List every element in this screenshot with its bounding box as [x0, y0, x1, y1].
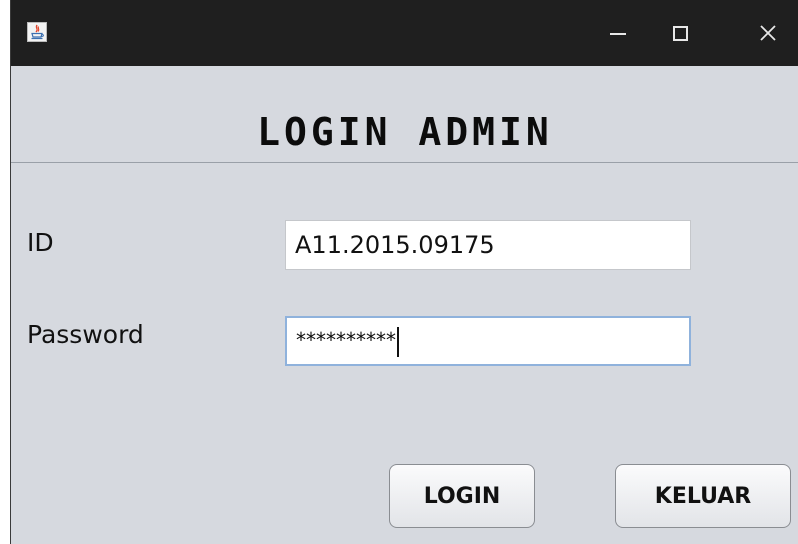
maximize-icon	[672, 25, 688, 41]
java-icon	[27, 22, 47, 42]
page-title: LOGIN ADMIN	[257, 110, 553, 154]
password-field-value: **********	[296, 328, 396, 352]
login-button[interactable]: LOGIN	[389, 464, 535, 528]
id-field-value: A11.2015.09175	[295, 231, 495, 259]
minimize-icon	[610, 33, 626, 35]
keluar-button[interactable]: KELUAR	[615, 464, 791, 528]
text-caret	[397, 326, 399, 357]
password-field[interactable]: **********	[285, 316, 691, 366]
close-button[interactable]	[741, 0, 795, 66]
maximize-button[interactable]	[653, 0, 707, 66]
id-label: ID	[27, 228, 54, 257]
separator	[11, 162, 798, 163]
minimize-button[interactable]	[591, 0, 645, 66]
id-field[interactable]: A11.2015.09175	[285, 220, 691, 270]
login-window: LOGIN ADMIN ID A11.2015.09175 Password *…	[10, 0, 798, 544]
close-icon	[760, 25, 776, 41]
title-bar[interactable]	[11, 0, 798, 66]
password-label: Password	[27, 320, 144, 349]
